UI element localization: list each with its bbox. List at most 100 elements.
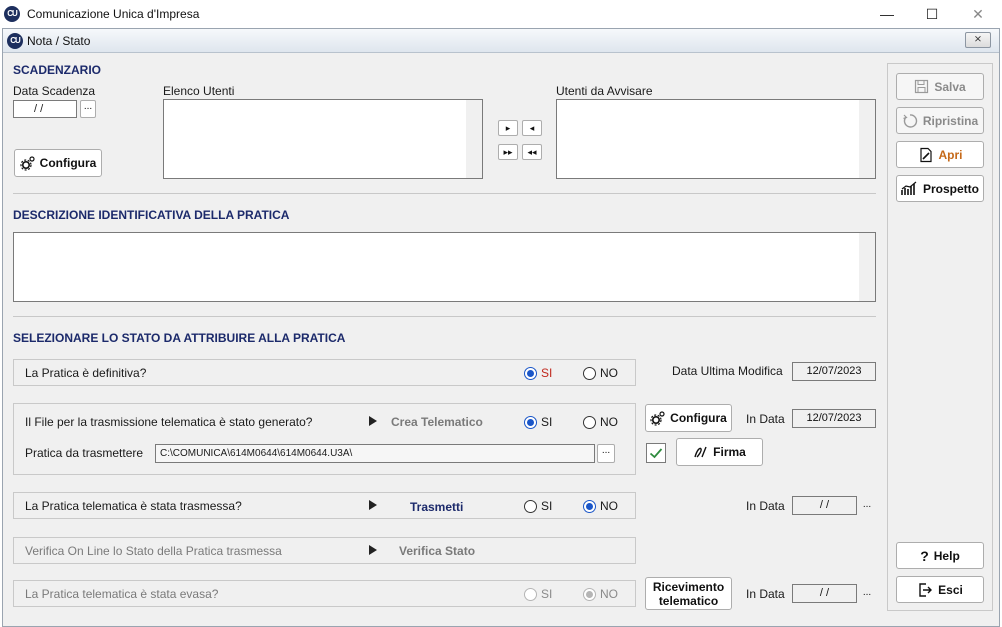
si-label: SI	[541, 366, 553, 380]
move-all-right-button[interactable]: ▸▸	[498, 144, 518, 160]
action-sidebar: Salva Ripristina Apri Prospetto ? Help E…	[887, 63, 993, 611]
elenco-utenti-scrollbar[interactable]	[466, 100, 482, 178]
close-button[interactable]: ✕	[963, 4, 993, 24]
ripristina-label: Ripristina	[922, 113, 979, 128]
si-label: SI	[541, 415, 553, 429]
data-scadenza-picker-button[interactable]: ...	[80, 100, 96, 118]
dialog-logo-icon: CU	[7, 33, 23, 49]
file-generato-no-radio[interactable]: NO	[583, 415, 618, 429]
definitiva-no-radio[interactable]: NO	[583, 366, 618, 380]
chart-icon	[901, 181, 918, 196]
move-one-right-button[interactable]: ▸	[498, 120, 518, 136]
descrizione-textarea[interactable]	[13, 232, 876, 302]
firma-button[interactable]: Firma	[676, 438, 763, 466]
definitiva-question: La Pratica è definitiva?	[25, 366, 147, 380]
utenti-avvisare-list[interactable]	[556, 99, 876, 179]
descrizione-title: DESCRIZIONE IDENTIFICATIVA DELLA PRATICA	[13, 208, 290, 222]
file-generato-question: Il File per la trasmissione telematica è…	[25, 415, 313, 429]
prospetto-label: Prospetto	[922, 181, 979, 196]
verifica-stato-button[interactable]: Verifica Stato	[399, 544, 475, 558]
evasa-in-data-label: In Data	[746, 587, 785, 601]
ricevimento-label-line2: telematico	[658, 593, 719, 608]
data-ultima-modifica-label: Data Ultima Modifica	[672, 364, 783, 378]
radio-unchecked-icon	[583, 415, 596, 429]
evasa-no-radio[interactable]: NO	[583, 587, 618, 601]
signature-icon	[693, 444, 709, 460]
radio-unchecked-icon	[524, 499, 537, 513]
data-ultima-modifica-field: 12/07/2023	[792, 362, 876, 381]
evasa-question: La Pratica telematica è stata evasa?	[25, 587, 219, 601]
move-one-left-button[interactable]: ◂	[522, 120, 542, 136]
play-icon	[369, 500, 377, 510]
esci-label: Esci	[938, 582, 963, 597]
help-icon: ?	[920, 547, 929, 564]
radio-unchecked-icon	[583, 366, 596, 380]
verifica-group: Verifica On Line lo Stato della Pratica …	[13, 537, 636, 564]
si-label: SI	[541, 499, 553, 513]
dialog-close-button[interactable]: ⨯	[965, 32, 991, 48]
no-label: NO	[600, 587, 618, 601]
definitiva-group: La Pratica è definitiva? SI NO	[13, 359, 636, 386]
ripristina-button[interactable]: Ripristina	[896, 107, 984, 134]
pratica-browse-button[interactable]: ...	[597, 444, 615, 463]
radio-unchecked-icon	[524, 587, 537, 601]
trasmessa-si-radio[interactable]: SI	[524, 499, 552, 513]
dialog-title: Nota / Stato	[27, 34, 91, 48]
configura-label: Configura	[39, 156, 97, 170]
ricevimento-telematico-button[interactable]: Ricevimento telematico	[645, 577, 732, 610]
exit-icon	[917, 582, 933, 598]
file-configura-button[interactable]: Configura	[645, 404, 732, 432]
crea-telematico-button[interactable]: Crea Telematico	[391, 415, 483, 429]
trasmessa-in-data-label: In Data	[746, 499, 785, 513]
file-generato-group: Il File per la trasmissione telematica è…	[13, 403, 636, 475]
evasa-date-picker-button[interactable]: ...	[859, 586, 875, 602]
definitiva-si-radio[interactable]: SI	[524, 366, 552, 380]
data-scadenza-input[interactable]: / /	[13, 100, 77, 118]
pratica-trasmettere-label: Pratica da trasmettere	[25, 446, 144, 460]
app-titlebar: CU Comunicazione Unica d'Impresa — ☐ ✕	[0, 0, 1002, 28]
scadenzario-configura-button[interactable]: Configura	[14, 149, 102, 177]
separator	[13, 316, 876, 317]
scadenzario-title: SCADENZARIO	[13, 63, 102, 77]
file-generato-si-radio[interactable]: SI	[524, 415, 552, 429]
utenti-avvisare-scrollbar[interactable]	[859, 100, 875, 178]
elenco-utenti-label: Elenco Utenti	[163, 84, 235, 98]
apri-button[interactable]: Apri	[896, 141, 984, 168]
configura-label: Configura	[670, 411, 727, 425]
separator	[13, 193, 876, 194]
no-label: NO	[600, 415, 618, 429]
maximize-button[interactable]: ☐	[917, 4, 947, 24]
trasmessa-in-data-field[interactable]: / /	[792, 496, 857, 515]
utenti-avvisare-label: Utenti da Avvisare	[556, 84, 653, 98]
trasmetti-button[interactable]: Trasmetti	[410, 500, 463, 514]
help-button[interactable]: ? Help	[896, 542, 984, 569]
minimize-button[interactable]: —	[872, 4, 902, 24]
descrizione-scrollbar[interactable]	[859, 233, 875, 301]
esci-button[interactable]: Esci	[896, 576, 984, 603]
pratica-path-field[interactable]: C:\COMUNICA\614M0644\614M0644.U3A\	[155, 444, 595, 463]
move-all-left-button[interactable]: ◂◂	[522, 144, 542, 160]
apri-label: Apri	[938, 147, 963, 162]
evasa-group: La Pratica telematica è stata evasa? SI …	[13, 580, 636, 607]
trasmessa-no-radio[interactable]: NO	[583, 499, 618, 513]
radio-checked-icon	[524, 415, 537, 429]
edit-document-icon	[918, 147, 934, 163]
trasmessa-group: La Pratica telematica è stata trasmessa?…	[13, 492, 636, 519]
app-logo-icon: CU	[4, 6, 20, 22]
no-label: NO	[600, 499, 618, 513]
gear-icon	[20, 155, 36, 171]
trasmessa-date-picker-button[interactable]: ...	[859, 498, 875, 514]
gear-icon	[650, 410, 666, 426]
radio-checked-icon	[583, 499, 596, 513]
verifica-question: Verifica On Line lo Stato della Pratica …	[25, 544, 282, 558]
ricevimento-label-line1: Ricevimento	[652, 579, 725, 594]
evasa-in-data-field[interactable]: / /	[792, 584, 857, 603]
app-title: Comunicazione Unica d'Impresa	[27, 7, 200, 21]
file-in-data-label: In Data	[746, 412, 785, 426]
salva-button[interactable]: Salva	[896, 73, 984, 100]
evasa-si-radio[interactable]: SI	[524, 587, 552, 601]
prospetto-button[interactable]: Prospetto	[896, 175, 984, 202]
stato-title: SELEZIONARE LO STATO DA ATTRIBUIRE ALLA …	[13, 331, 346, 345]
elenco-utenti-list[interactable]	[163, 99, 483, 179]
firma-checkbox[interactable]	[646, 443, 666, 463]
